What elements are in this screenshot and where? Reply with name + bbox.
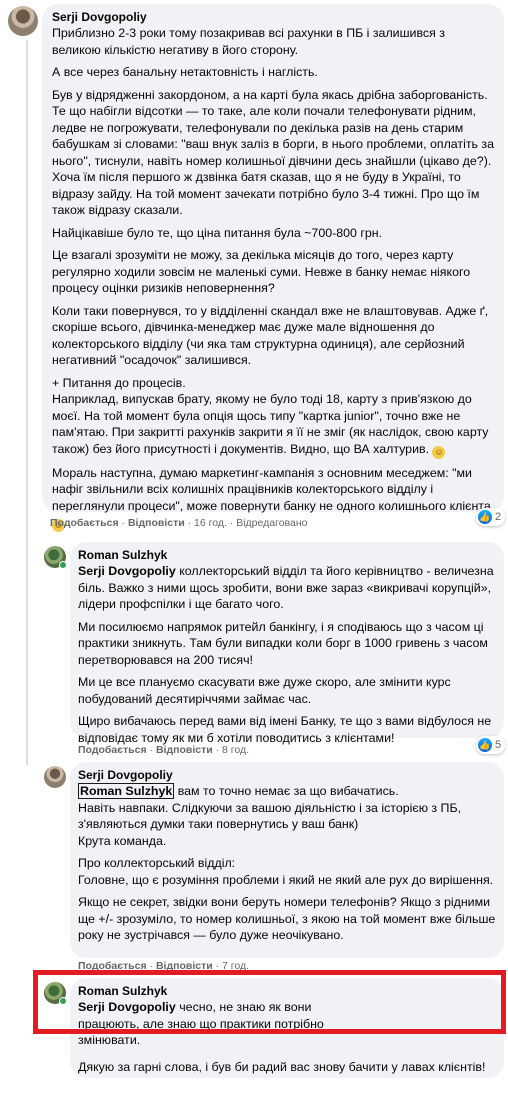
comment-text: Roman Sulzhyk вам то точно немає за що в… — [78, 783, 496, 800]
comment-text: Був у відрядженні закордоном, а на карті… — [52, 87, 495, 218]
comment-bubble: Serji Dovgopoliy Приблизно 2-3 роки тому… — [42, 4, 504, 532]
reaction-count[interactable]: 👍 2 — [476, 508, 506, 526]
mention-link[interactable]: Serji Dovgopoliy — [78, 564, 176, 578]
reaction-count[interactable]: 👍 5 — [476, 736, 506, 754]
comment-author[interactable]: Roman Sulzhyk — [78, 548, 496, 563]
edited-label: Відредаговано — [236, 517, 308, 529]
timestamp[interactable]: 16 год. — [194, 517, 227, 529]
thread-line — [26, 40, 28, 550]
comment-text: Дякую за гарні слова, і був би радий вас… — [78, 1059, 486, 1074]
comment-text: Ми це все плануємо скасувати вже дуже ск… — [78, 675, 451, 706]
reply-action[interactable]: Відповісти — [156, 960, 213, 972]
comment-text: Приблизно 2-3 роки тому позакривав всі р… — [52, 26, 445, 57]
comment-bubble: Roman Sulzhyk Serji Dovgopoliy чесно, не… — [70, 978, 504, 1078]
reply-action[interactable]: Відповісти — [156, 744, 213, 756]
comment-text: + Питання до процесів. — [52, 375, 186, 390]
comment-bubble: Serji Dovgopoliy Roman Sulzhyk вам то то… — [70, 762, 504, 958]
online-status-icon — [59, 561, 67, 569]
comment-text: Головне, що є розуміння проблеми і який … — [78, 872, 494, 887]
mention-link[interactable]: Serji Dovgopoliy — [78, 1000, 176, 1014]
comment-text: Serji Dovgopoliy чесно, не знаю як вони … — [78, 999, 496, 1049]
comment-text: Якщо не секрет, звідки вони беруть номер… — [78, 895, 496, 942]
avatar[interactable] — [8, 6, 38, 36]
comment-text: Наприклад, випускав брату, якому не було… — [52, 391, 494, 459]
comment-author[interactable]: Serji Dovgopoliy — [78, 768, 496, 783]
comment-text: Крута команда. — [78, 833, 167, 848]
reply-action[interactable]: Відповісти — [128, 517, 185, 529]
comment-bubble: Roman Sulzhyk Serji Dovgopoliy коллектор… — [70, 542, 504, 745]
comment-text-body: Мораль наступна, думаю маркетинг-кампані… — [52, 465, 491, 513]
comment-text: Про коллекторський відділ: — [78, 856, 236, 870]
like-icon: 👍 — [478, 510, 492, 524]
comment-text: Serji Dovgopoliy коллекторський відділ т… — [78, 563, 496, 613]
comment-text: Найцікавіше було те, що ціна питання бул… — [52, 225, 383, 240]
like-icon: 👍 — [478, 738, 492, 752]
reaction-number: 5 — [495, 738, 502, 751]
avatar[interactable] — [44, 766, 66, 788]
comment-actions: Подобається · Відповісти · 7 год. — [78, 960, 250, 972]
comment-author[interactable]: Roman Sulzhyk — [78, 984, 496, 999]
comment-text-body: вам то точно немає за що вибачатись. — [177, 784, 399, 798]
mention-link[interactable]: Roman Sulzhyk — [78, 783, 175, 799]
comment-text: Коли таки повернувся, то у відділенні ск… — [52, 303, 489, 368]
comment-text: Щиро вибачаюсь перед вами від імені Банк… — [78, 714, 492, 745]
like-action[interactable]: Подобається — [78, 960, 147, 972]
comment-author[interactable]: Serji Dovgopoliy — [52, 10, 494, 25]
comment-text: Навіть навпаки. Слідкуючи за вашою діяль… — [78, 800, 462, 832]
thread-line — [26, 540, 28, 765]
online-status-icon — [59, 997, 67, 1005]
comment-actions: Подобається · Відповісти · 16 год. · Від… — [50, 517, 308, 529]
comment-actions: Подобається · Відповісти · 8 год. — [78, 744, 250, 756]
timestamp[interactable]: 7 год. — [222, 960, 249, 972]
timestamp[interactable]: 8 год. — [222, 744, 249, 756]
comment-text: А все через банальну нетактовність і наг… — [52, 65, 318, 79]
like-action[interactable]: Подобається — [50, 517, 119, 529]
comment-text: Ми посилюємо напрямок ритейл банкінгу, і… — [78, 619, 488, 667]
upside-down-face-icon: ☺ — [432, 445, 446, 459]
reaction-number: 2 — [495, 510, 502, 523]
like-action[interactable]: Подобається — [78, 744, 147, 756]
comment-text: Це взагалі зрозуміти не можу, за декільк… — [52, 248, 471, 295]
comment-text-body: Наприклад, випускав брату, якому не було… — [52, 392, 489, 456]
